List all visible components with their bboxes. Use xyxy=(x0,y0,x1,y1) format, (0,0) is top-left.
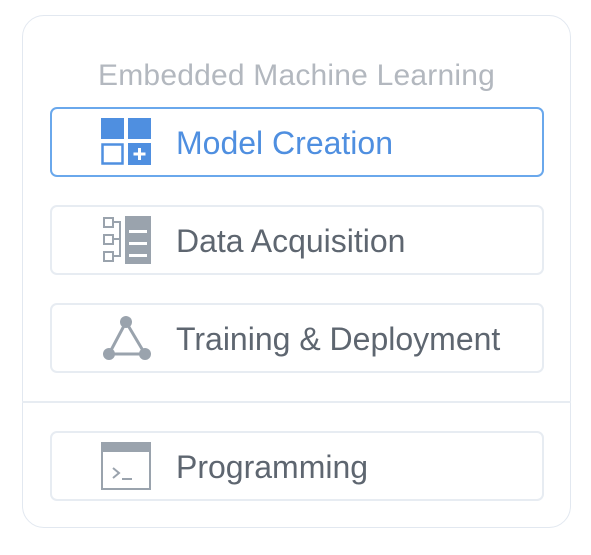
data-acquisition-icon xyxy=(101,216,153,264)
nav-item-programming[interactable]: Programming xyxy=(50,431,544,501)
section-divider xyxy=(22,401,571,403)
nav-item-model-creation[interactable]: Model Creation xyxy=(50,107,544,177)
nav-item-label: Data Acquisition xyxy=(176,223,406,259)
nav-item-label: Model Creation xyxy=(176,125,393,161)
nav-item-data-acquisition[interactable]: Data Acquisition xyxy=(50,205,544,275)
model-creation-icon xyxy=(101,118,153,166)
terminal-icon xyxy=(101,442,153,490)
training-deployment-icon xyxy=(101,314,153,362)
nav-item-label: Programming xyxy=(176,449,369,485)
panel-title: Embedded Machine Learning xyxy=(98,59,495,92)
nav-item-label: Training & Deployment xyxy=(176,321,501,357)
nav-item-training-deployment[interactable]: Training & Deployment xyxy=(50,303,544,373)
